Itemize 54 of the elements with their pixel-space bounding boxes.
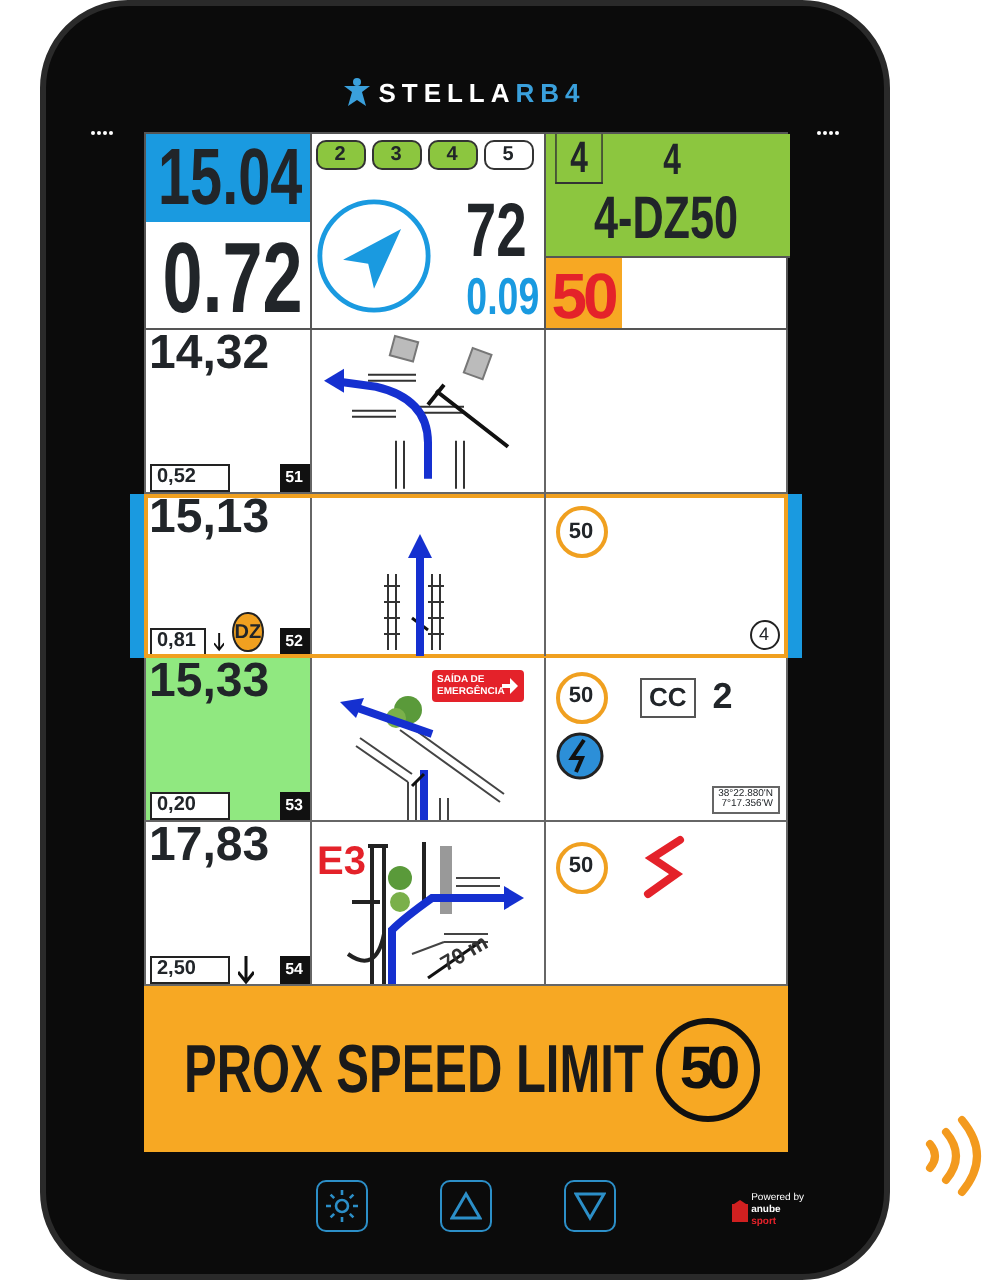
cc-label: CC	[639, 677, 697, 717]
row-number: 51	[279, 464, 309, 492]
note-number: 2	[712, 674, 733, 720]
total-distance: 14,32	[149, 330, 272, 378]
partial-distance: 0,81	[149, 628, 207, 656]
total-distance: 17,83	[149, 822, 272, 870]
heading: 72	[466, 194, 528, 270]
distance-label: 70 m	[434, 929, 494, 981]
brand-name: STELLA RB4	[378, 75, 586, 111]
zone-code: 4-DZ50	[594, 190, 739, 250]
sun-icon	[325, 1190, 357, 1222]
speed-limit-sign: 50	[555, 506, 607, 558]
down-button[interactable]	[563, 1180, 615, 1232]
total-distance: 15,33	[149, 658, 272, 706]
waypoint-badge: 4	[427, 140, 477, 170]
speed-limit-sign: 50	[555, 671, 607, 723]
speed-limit: 50	[545, 258, 621, 328]
navigation-icon	[315, 198, 431, 314]
speed-limit-sign: 50	[655, 1017, 759, 1121]
speed-limit-sign: 50	[555, 841, 607, 893]
arrow-right-icon	[501, 678, 517, 694]
waypoint-label: E3	[317, 842, 366, 882]
dots-icon	[90, 130, 114, 136]
partial-distance: 2,50	[149, 956, 229, 984]
partial-distance: 0.72	[162, 228, 303, 328]
roadbook-row[interactable]: 17,83 2,50 54 E3 70 m 50	[143, 822, 787, 986]
triangle-down-icon	[573, 1190, 605, 1222]
row-number: 54	[279, 956, 309, 984]
row-number: 53	[279, 792, 309, 820]
dots-icon	[816, 130, 840, 136]
logo-icon	[344, 78, 371, 107]
tulip-drawing	[381, 532, 445, 656]
zone-number: 4	[660, 134, 683, 184]
lightning-icon	[555, 731, 603, 779]
waypoint-badge: 5	[483, 140, 533, 170]
partial-distance: 0,20	[149, 792, 229, 820]
cap-error: 0.09	[466, 270, 539, 322]
triangle-up-icon	[449, 1190, 481, 1222]
maker-logo-icon	[731, 1199, 748, 1221]
alert-text: PROX SPEED LIMIT	[183, 1035, 643, 1103]
total-distance: 15.04	[158, 138, 303, 218]
total-distance: 15,13	[149, 494, 272, 542]
waypoint-badge: 3	[371, 140, 421, 170]
selected-row-frame[interactable]: 15,13 0,81 DZ 52 50 4	[143, 494, 787, 658]
danger-zone-badge: DZ	[232, 612, 264, 652]
partial-distance: 0,52	[149, 464, 229, 492]
row-number: 52	[279, 628, 309, 656]
wireless-icon	[922, 1112, 982, 1200]
brightness-button[interactable]	[315, 1180, 367, 1232]
up-button[interactable]	[439, 1180, 491, 1232]
roadbook-row[interactable]: 14,32 0,52 51	[143, 330, 787, 494]
waypoint-badge: 2	[315, 140, 365, 170]
curve-icon	[639, 834, 687, 900]
count-circle: 4	[749, 620, 779, 650]
